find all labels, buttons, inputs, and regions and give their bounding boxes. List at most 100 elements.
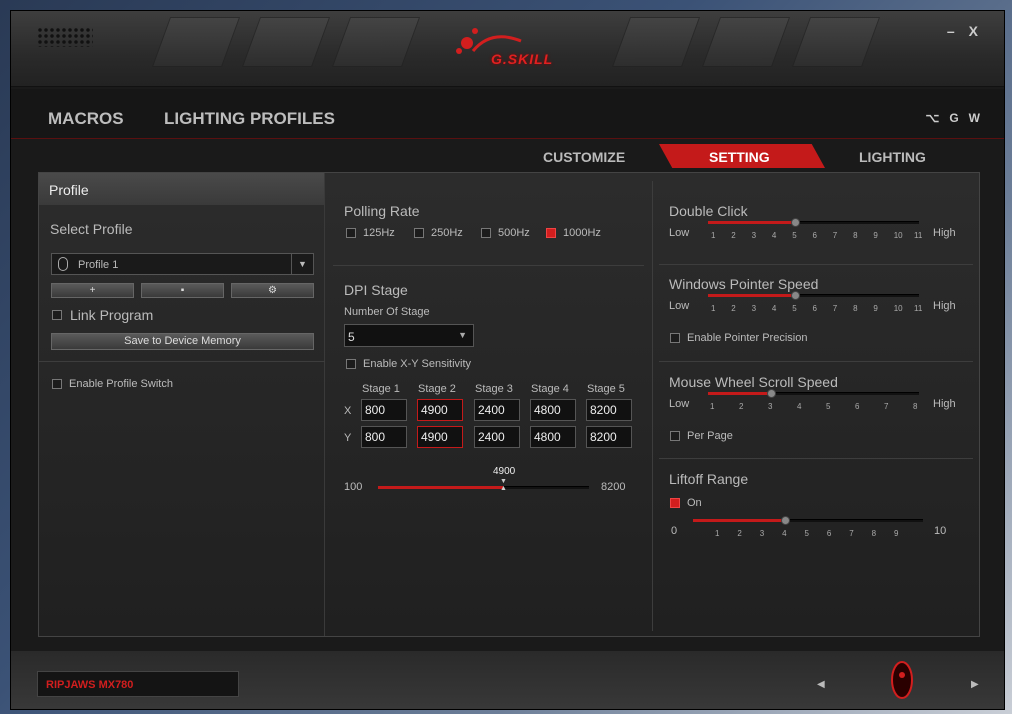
liftoff-slider[interactable]: 1 2 3 4 5 6 7 8 9: [693, 516, 923, 540]
next-device-arrow-icon[interactable]: ▶: [971, 679, 979, 690]
profile-settings-button[interactable]: ⚙: [231, 283, 314, 298]
stage-y-input[interactable]: 4900: [417, 426, 463, 448]
profile-header: Profile: [39, 173, 324, 205]
stage-header: Stage 3: [475, 383, 513, 395]
per-page-checkbox[interactable]: [670, 431, 680, 441]
slider-tick-label: 3: [751, 304, 757, 313]
settings-panel: Profile Select Profile Profile 1 ▼ + ▪ ⚙…: [38, 172, 980, 637]
polling-dpi-panel: Polling Rate 125Hz 250Hz 500Hz 1000Hz DP…: [325, 173, 653, 636]
enable-profile-switch-checkbox[interactable]: [52, 379, 62, 389]
slider-tick-label: 4: [771, 231, 777, 240]
chevron-down-icon[interactable]: ▼: [291, 254, 313, 274]
liftoff-title: Liftoff Range: [669, 471, 749, 487]
slider-tick-label: 6: [826, 529, 832, 538]
slider-knob[interactable]: [791, 218, 801, 227]
slider-fill: [708, 392, 771, 395]
close-button[interactable]: X: [969, 23, 978, 39]
divider: [39, 361, 325, 362]
polling-125-checkbox[interactable]: [346, 228, 356, 238]
slat-decoration: [611, 17, 701, 67]
pointer-speed-slider[interactable]: 1 2 3 4 5 6 7 8 9 10 11: [708, 291, 922, 315]
save-to-device-button[interactable]: Save to Device Memory: [51, 333, 314, 350]
slider-tick-label: 2: [731, 304, 736, 313]
gear-icon: ⚙: [268, 285, 277, 296]
slider-tick-label: 5: [792, 304, 797, 313]
scroll-speed-title: Mouse Wheel Scroll Speed: [669, 374, 838, 390]
stage-x-input[interactable]: 800: [361, 399, 407, 421]
double-click-slider[interactable]: 1 2 3 4 5 6 7 8 9 10 11: [708, 218, 922, 242]
title-bar: G.SKILL – X: [11, 11, 1004, 87]
pointer-precision-checkbox[interactable]: [670, 333, 680, 343]
stage-x-input[interactable]: 4800: [530, 399, 576, 421]
number-of-stage-select[interactable]: 5 ▼: [344, 324, 474, 347]
stage-y-input[interactable]: 800: [361, 426, 407, 448]
double-click-title: Double Click: [669, 203, 748, 219]
gskill-logo-icon: [456, 28, 522, 54]
slider-tick-label: 4: [797, 402, 802, 411]
vent-decoration: [37, 27, 93, 47]
slider-tick-label: 9: [873, 231, 878, 240]
slider-knob[interactable]: [791, 291, 801, 300]
stage-x-input[interactable]: 2400: [474, 399, 520, 421]
slider-tick-label: 5: [826, 402, 831, 411]
slat-decoration: [791, 17, 881, 67]
add-profile-button[interactable]: +: [51, 283, 134, 298]
dpi-slider-marker-icon[interactable]: ▼ ▲: [500, 478, 507, 492]
polling-1000-checkbox[interactable]: [546, 228, 556, 238]
mouse-settings-panel: Double Click Low High 1 2 3 4 5 6 7 8 9 10 11 Wind…: [653, 173, 979, 636]
brand-name: G.SKILL: [491, 51, 554, 67]
slider-knob[interactable]: [767, 389, 776, 398]
slider-tick-label: 7: [832, 231, 838, 240]
slider-tick-label: 6: [812, 231, 817, 240]
stage-y-input[interactable]: 8200: [586, 426, 632, 448]
nav-lighting-profiles[interactable]: LIGHTING PROFILES: [164, 109, 335, 129]
slider-tick-label: 1: [711, 231, 716, 240]
slider-knob[interactable]: [781, 516, 791, 525]
slider-tick-label: 2: [737, 529, 742, 538]
slider-tick-label: 1: [711, 304, 716, 313]
stage-y-input[interactable]: 4800: [530, 426, 576, 448]
polling-500-checkbox[interactable]: [481, 228, 491, 238]
link-program-checkbox[interactable]: [52, 310, 62, 320]
g-button[interactable]: G: [949, 111, 958, 125]
polling-1000-label: 1000Hz: [563, 227, 601, 239]
slider-tick-label: 9: [894, 529, 899, 538]
y-axis-label: Y: [344, 432, 352, 444]
divider: [333, 265, 644, 266]
slider-tick-label: 6: [812, 304, 817, 313]
stage-header: Stage 2: [418, 383, 456, 395]
key-icon[interactable]: ⌥: [926, 111, 940, 125]
minimize-button[interactable]: –: [947, 23, 955, 39]
liftoff-on-checkbox[interactable]: [670, 498, 680, 508]
tab-setting[interactable]: SETTING: [709, 149, 770, 165]
mouse-device-icon[interactable]: [889, 659, 915, 701]
slider-tick-label: 4: [771, 304, 777, 313]
number-of-stage-value: 5: [348, 330, 355, 344]
slider-fill: [693, 519, 786, 522]
polling-250-checkbox[interactable]: [414, 228, 424, 238]
tab-lighting[interactable]: LIGHTING: [859, 149, 926, 165]
stage-x-input[interactable]: 4900: [417, 399, 463, 421]
nav-macros[interactable]: MACROS: [48, 109, 124, 129]
slider-tick-label: 3: [768, 402, 773, 411]
slider-tick-label: 5: [804, 529, 809, 538]
stage-x-input[interactable]: 8200: [586, 399, 632, 421]
xy-sensitivity-checkbox[interactable]: [346, 359, 356, 369]
slider-tick-label: 7: [832, 304, 838, 313]
scroll-speed-slider[interactable]: 1 2 3 4 5 6 7 8: [708, 389, 919, 413]
w-button[interactable]: W: [969, 111, 980, 125]
stage-y-input[interactable]: 2400: [474, 426, 520, 448]
slider-tick-label: 8: [853, 304, 858, 313]
slider-fill: [708, 221, 796, 224]
slat-decoration: [151, 17, 241, 67]
slider-tick-label: 3: [751, 231, 757, 240]
dpi-slider-min: 100: [344, 481, 363, 493]
delete-profile-button[interactable]: ▪: [141, 283, 224, 298]
slider-fill: [708, 294, 796, 297]
double-click-high: High: [933, 227, 956, 239]
stage-header: Stage 5: [587, 383, 625, 395]
profile-select[interactable]: Profile 1 ▼: [51, 253, 314, 275]
prev-device-arrow-icon[interactable]: ◀: [817, 679, 825, 690]
tab-customize[interactable]: CUSTOMIZE: [543, 149, 625, 165]
main-nav: MACROS LIGHTING PROFILES ⌥ G W: [11, 89, 1004, 139]
